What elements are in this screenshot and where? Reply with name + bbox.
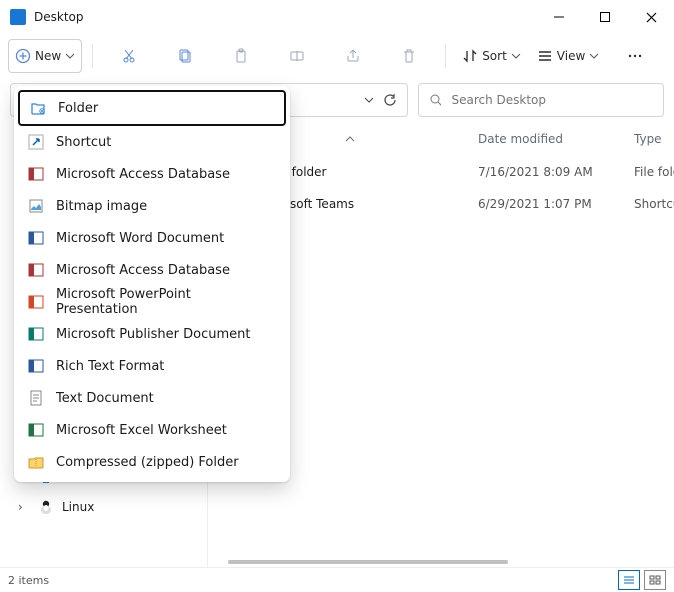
- cut-icon: [121, 48, 137, 64]
- publisher-icon: [28, 326, 44, 342]
- menu-item-folder[interactable]: Folder: [18, 90, 286, 126]
- shortcut-icon: [28, 134, 44, 150]
- item-count: 2 items: [8, 574, 49, 587]
- chevron-down-icon[interactable]: [363, 94, 375, 106]
- sidebar-item-label: Linux: [62, 500, 94, 514]
- search-icon: [429, 93, 441, 107]
- menu-item-excel[interactable]: Microsoft Excel Worksheet: [18, 414, 286, 446]
- col-date[interactable]: Date modified: [478, 132, 634, 146]
- chevron-down-icon: [65, 51, 75, 61]
- rtf-icon: [28, 358, 44, 374]
- ellipsis-icon: [627, 48, 643, 64]
- menu-item-bitmap[interactable]: Bitmap image: [18, 190, 286, 222]
- sort-asc-icon: [345, 134, 355, 144]
- more-button[interactable]: [609, 40, 661, 72]
- close-button[interactable]: [628, 0, 674, 34]
- refresh-icon[interactable]: [383, 93, 397, 107]
- access-icon: [28, 166, 44, 182]
- menu-item-powerpoint[interactable]: Microsoft PowerPoint Presentation: [18, 286, 286, 318]
- search-box[interactable]: [418, 83, 664, 117]
- menu-item-shortcut[interactable]: Shortcut: [18, 126, 286, 158]
- icons-view-toggle[interactable]: [644, 570, 666, 590]
- word-icon: [28, 230, 44, 246]
- zip-icon: [28, 454, 44, 470]
- new-button[interactable]: New: [8, 39, 82, 73]
- menu-item-zip[interactable]: Compressed (zipped) Folder: [18, 446, 286, 478]
- menu-item-access-db[interactable]: Microsoft Access Database: [18, 158, 286, 190]
- rename-icon: [289, 48, 305, 64]
- delete-icon: [401, 48, 417, 64]
- menu-item-access-db[interactable]: Microsoft Access Database: [18, 254, 286, 286]
- separator: [445, 44, 446, 68]
- toolbar: New Sort View: [0, 34, 674, 78]
- share-button[interactable]: [327, 40, 379, 72]
- menu-item-word[interactable]: Microsoft Word Document: [18, 222, 286, 254]
- cut-button[interactable]: [103, 40, 155, 72]
- new-menu: Folder Shortcut Microsoft Access Databas…: [14, 86, 290, 482]
- view-button[interactable]: View: [531, 40, 605, 72]
- chevron-down-icon: [589, 51, 599, 61]
- view-icon: [537, 48, 553, 64]
- text-icon: [28, 390, 44, 406]
- excel-icon: [28, 422, 44, 438]
- app-icon: [10, 9, 26, 25]
- bitmap-icon: [28, 198, 44, 214]
- menu-item-publisher[interactable]: Microsoft Publisher Document: [18, 318, 286, 350]
- sidebar-item-linux[interactable]: › Linux: [0, 492, 207, 522]
- details-view-toggle[interactable]: [618, 570, 640, 590]
- share-icon: [345, 48, 361, 64]
- titlebar[interactable]: Desktop: [0, 0, 674, 34]
- separator: [92, 44, 93, 68]
- new-label: New: [35, 49, 61, 63]
- powerpoint-icon: [28, 294, 44, 310]
- access-icon: [28, 262, 44, 278]
- chevron-down-icon: [511, 51, 521, 61]
- paste-button[interactable]: [215, 40, 267, 72]
- folder-icon: [30, 100, 46, 116]
- maximize-button[interactable]: [582, 0, 628, 34]
- col-type[interactable]: Type: [634, 132, 674, 146]
- linux-icon: [38, 499, 54, 515]
- minimize-button[interactable]: [536, 0, 582, 34]
- copy-icon: [177, 48, 193, 64]
- horizontal-scrollbar[interactable]: [208, 557, 674, 567]
- view-label: View: [557, 49, 585, 63]
- paste-icon: [233, 48, 249, 64]
- delete-button[interactable]: [383, 40, 435, 72]
- chevron-right-icon: ›: [18, 500, 30, 514]
- rename-button[interactable]: [271, 40, 323, 72]
- window-title: Desktop: [34, 10, 84, 24]
- menu-item-text[interactable]: Text Document: [18, 382, 286, 414]
- status-bar: 2 items: [0, 567, 674, 592]
- search-input[interactable]: [449, 92, 653, 108]
- sort-icon: [462, 48, 478, 64]
- sort-button[interactable]: Sort: [456, 40, 527, 72]
- copy-button[interactable]: [159, 40, 211, 72]
- menu-item-rtf[interactable]: Rich Text Format: [18, 350, 286, 382]
- sort-label: Sort: [482, 49, 507, 63]
